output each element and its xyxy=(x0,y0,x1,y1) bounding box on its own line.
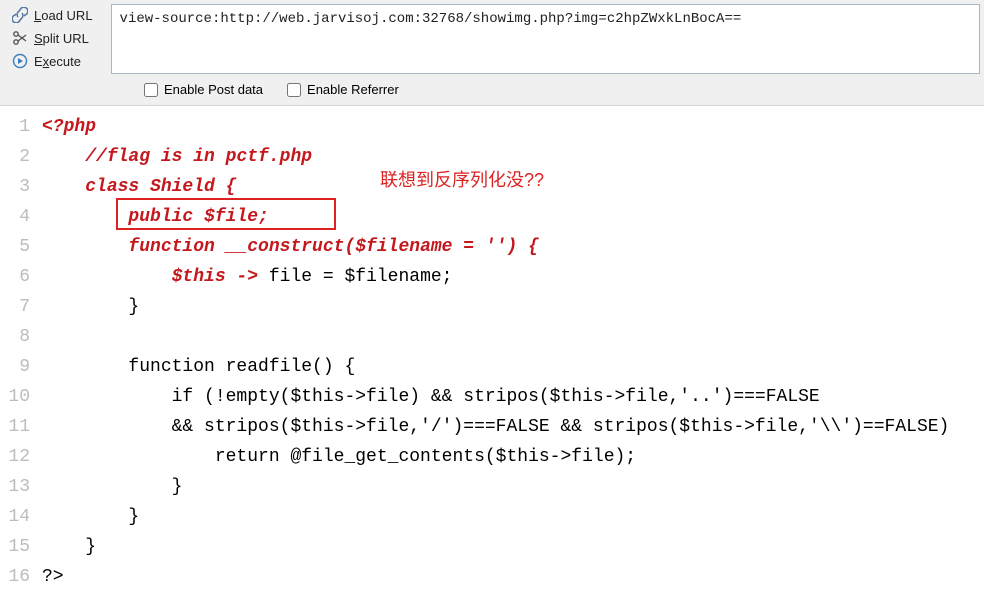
code-text[interactable]: } xyxy=(42,472,182,502)
code-line: 16?> xyxy=(0,562,984,592)
line-number: 2 xyxy=(0,142,42,172)
code-line: 5 function __construct($filename = '') { xyxy=(0,232,984,262)
hackbar-panel: Load URL Split URL Execute view-source:h… xyxy=(0,0,984,106)
line-number: 16 xyxy=(0,562,42,592)
post-checkbox-label: Enable Post data xyxy=(164,82,263,97)
line-number: 3 xyxy=(0,172,42,202)
code-text[interactable]: ?> xyxy=(42,562,64,592)
line-number: 12 xyxy=(0,442,42,472)
options-row: Enable Post data Enable Referrer xyxy=(4,74,980,97)
referrer-checkbox-label: Enable Referrer xyxy=(307,82,399,97)
execute-label: Execute xyxy=(34,54,81,69)
code-line: 6 $this -> file = $filename; xyxy=(0,262,984,292)
post-checkbox-input[interactable] xyxy=(144,83,158,97)
code-text[interactable]: return @file_get_contents($this->file); xyxy=(42,442,636,472)
line-number: 6 xyxy=(0,262,42,292)
split-icon xyxy=(12,30,28,46)
annotation-text: 联想到反序列化没?? xyxy=(380,166,544,192)
load-url-label: Load URL xyxy=(34,8,93,23)
code-line: 7 } xyxy=(0,292,984,322)
line-number: 8 xyxy=(0,322,42,352)
code-line: 14 } xyxy=(0,502,984,532)
code-text[interactable]: } xyxy=(42,532,96,562)
enable-post-checkbox[interactable]: Enable Post data xyxy=(144,82,263,97)
load-url-button[interactable]: Load URL xyxy=(6,4,99,26)
code-text[interactable]: } xyxy=(42,292,139,322)
line-number: 7 xyxy=(0,292,42,322)
line-number: 13 xyxy=(0,472,42,502)
top-row: Load URL Split URL Execute view-source:h… xyxy=(4,4,980,74)
action-buttons: Load URL Split URL Execute xyxy=(4,4,105,72)
line-number: 10 xyxy=(0,382,42,412)
code-text[interactable]: $this -> file = $filename; xyxy=(42,262,452,292)
code-line: 15 } xyxy=(0,532,984,562)
line-number: 5 xyxy=(0,232,42,262)
code-line: 13 } xyxy=(0,472,984,502)
code-text[interactable]: } xyxy=(42,502,139,532)
code-line: 12 return @file_get_contents($this->file… xyxy=(0,442,984,472)
code-text[interactable]: function __construct($filename = '') { xyxy=(42,232,539,262)
line-number: 14 xyxy=(0,502,42,532)
code-line: 10 if (!empty($this->file) && stripos($t… xyxy=(0,382,984,412)
line-number: 1 xyxy=(0,112,42,142)
url-input[interactable]: view-source:http://web.jarvisoj.com:3276… xyxy=(111,4,980,74)
code-text[interactable]: //flag is in pctf.php xyxy=(42,142,312,172)
code-text[interactable]: <?php xyxy=(42,112,96,142)
link-icon xyxy=(12,7,28,23)
line-number: 9 xyxy=(0,352,42,382)
referrer-checkbox-input[interactable] xyxy=(287,83,301,97)
play-icon xyxy=(12,53,28,69)
source-view[interactable]: 联想到反序列化没?? 1<?php2 //flag is in pctf.php… xyxy=(0,106,984,592)
code-text[interactable]: && stripos($this->file,'/')===FALSE && s… xyxy=(42,412,960,442)
split-url-button[interactable]: Split URL xyxy=(6,27,99,49)
code-line: 11 && stripos($this->file,'/')===FALSE &… xyxy=(0,412,984,442)
line-number: 15 xyxy=(0,532,42,562)
line-number: 11 xyxy=(0,412,42,442)
enable-referrer-checkbox[interactable]: Enable Referrer xyxy=(287,82,399,97)
code-text[interactable]: class Shield { xyxy=(42,172,236,202)
code-line: 1<?php xyxy=(0,112,984,142)
execute-button[interactable]: Execute xyxy=(6,50,99,72)
code-text[interactable]: function readfile() { xyxy=(42,352,355,382)
code-line: 4 public $file; xyxy=(0,202,984,232)
code-line: 9 function readfile() { xyxy=(0,352,984,382)
code-text[interactable]: public $file; xyxy=(42,202,269,232)
code-line: 8 xyxy=(0,322,984,352)
code-text[interactable]: if (!empty($this->file) && stripos($this… xyxy=(42,382,820,412)
split-url-label: Split URL xyxy=(34,31,89,46)
line-number: 4 xyxy=(0,202,42,232)
